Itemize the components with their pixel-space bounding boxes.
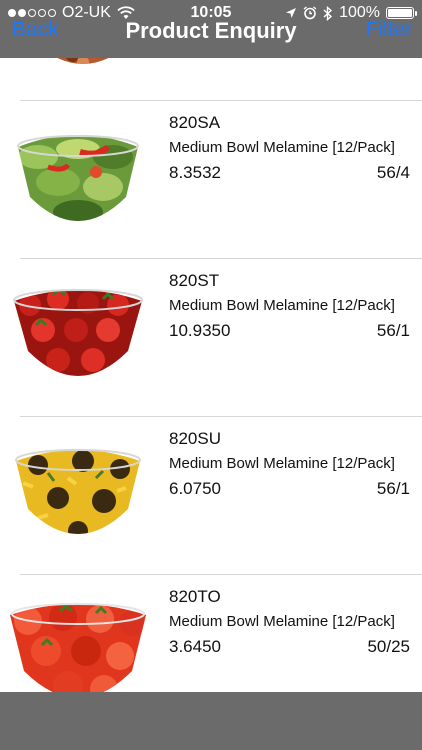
product-price: 3.6450 <box>169 637 221 656</box>
product-description: Medium Bowl Melamine [12/Pack] <box>169 297 395 314</box>
bottom-toolbar <box>0 692 422 750</box>
product-image <box>8 443 148 553</box>
product-stock: 56/1 <box>376 321 410 340</box>
product-list[interactable]: 820SA Medium Bowl Melamine [12/Pack] 8.3… <box>0 58 422 692</box>
list-item[interactable]: 820SU Medium Bowl Melamine [12/Pack] 6.0… <box>15 416 422 574</box>
product-image <box>8 127 148 237</box>
product-description: Medium Bowl Melamine [12/Pack] <box>169 139 395 156</box>
product-description: Medium Bowl Melamine [12/Pack] <box>169 455 395 472</box>
navigation-bar: O2-UK 10:05 100% Back Product Enquiry Fi… <box>0 0 422 58</box>
list-item[interactable]: 820ST Medium Bowl Melamine [12/Pack] 10.… <box>13 258 422 416</box>
product-code: 820TO <box>169 587 221 606</box>
product-code: 820SA <box>169 113 221 132</box>
product-image <box>8 285 148 395</box>
list-item[interactable]: 820SA Medium Bowl Melamine [12/Pack] 8.3… <box>17 100 422 258</box>
page-title: Product Enquiry <box>125 18 297 43</box>
product-stock: 50/25 <box>367 637 410 656</box>
product-price: 10.9350 <box>169 321 231 340</box>
product-price: 6.0750 <box>169 479 221 498</box>
product-description: Medium Bowl Melamine [12/Pack] <box>169 613 395 630</box>
product-stock: 56/1 <box>376 479 410 498</box>
product-price: 8.3532 <box>169 163 221 182</box>
product-thumbnail-partial <box>38 58 128 80</box>
product-stock: 56/4 <box>376 163 410 182</box>
product-code: 820SU <box>169 429 221 448</box>
product-code: 820ST <box>169 271 220 290</box>
filter-button[interactable]: Filter <box>365 18 412 42</box>
back-button[interactable]: Back <box>12 18 59 42</box>
product-image <box>8 601 148 692</box>
list-item[interactable]: 820TO Medium Bowl Melamine [12/Pack] 3.6… <box>10 574 422 692</box>
